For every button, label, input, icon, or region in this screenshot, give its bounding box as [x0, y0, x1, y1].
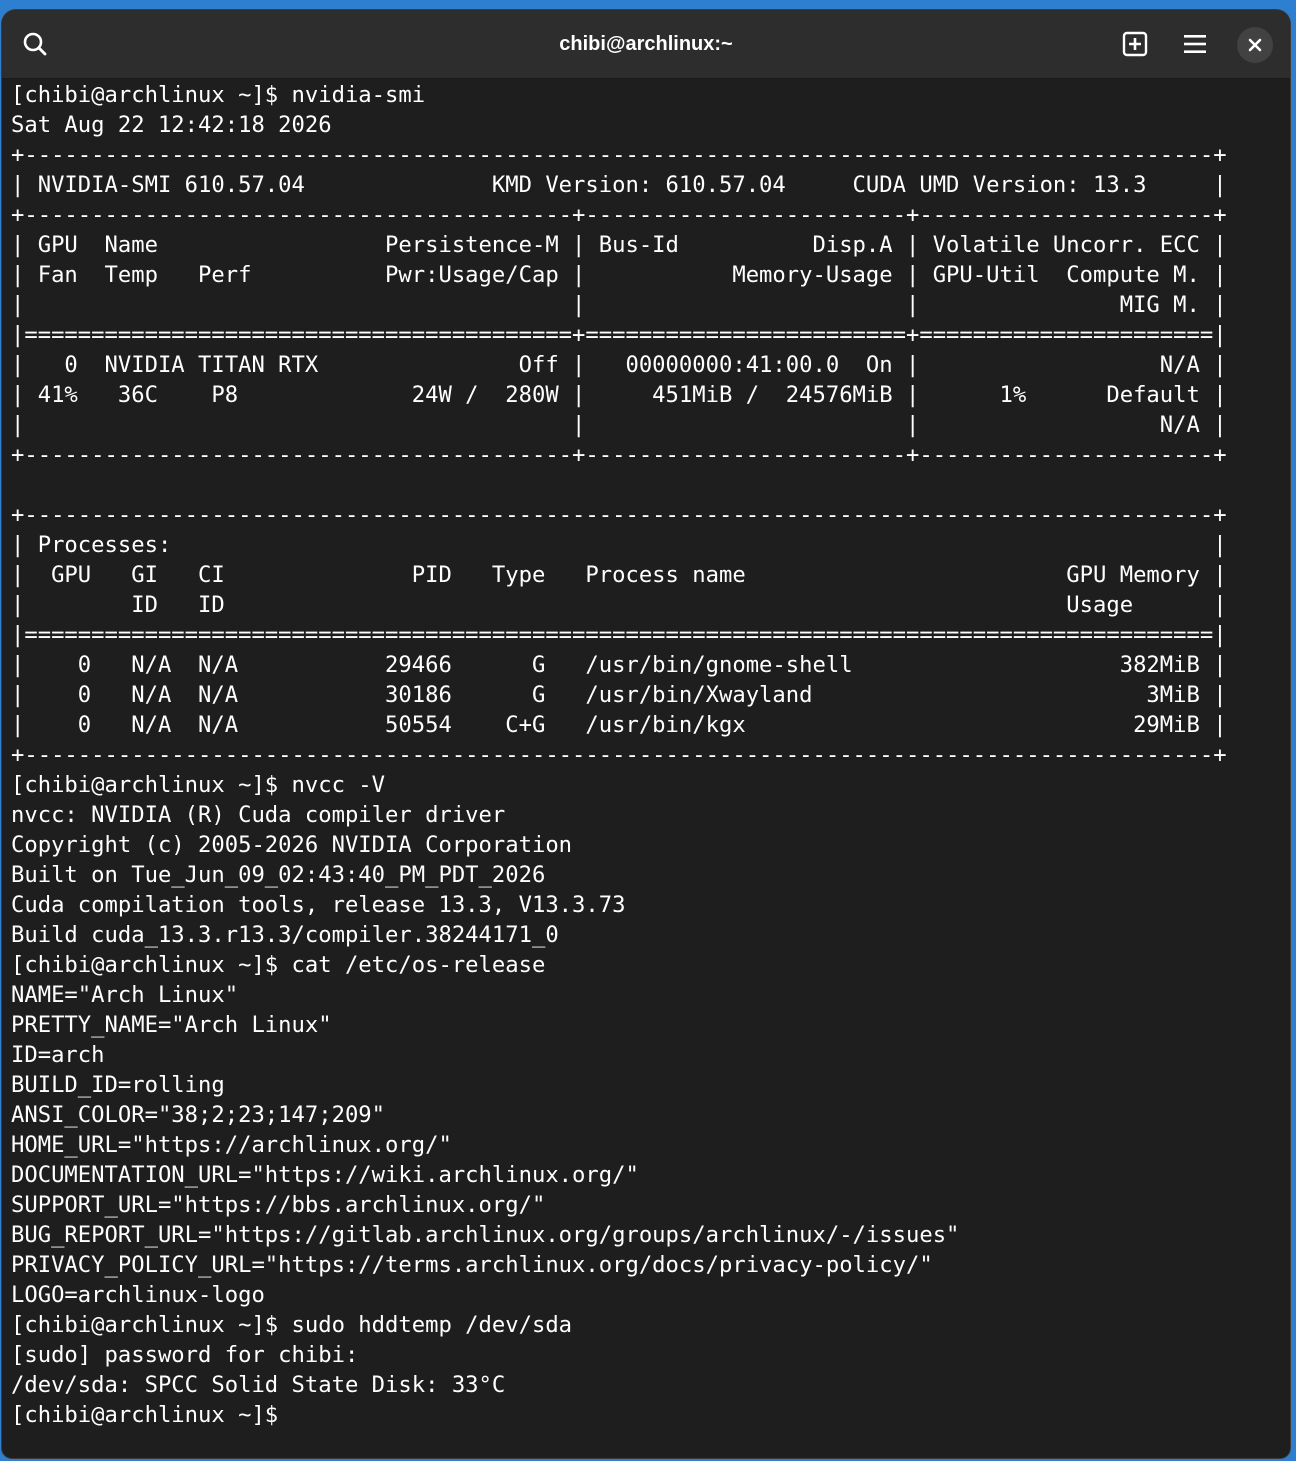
terminal-line: +---------------------------------------… [11, 202, 1227, 228]
terminal-line: | 0 NVIDIA TITAN RTX Off | 00000000:41:0… [11, 352, 1227, 378]
terminal-line: [sudo] password for chibi: [11, 1342, 359, 1368]
new-tab-icon [1122, 31, 1148, 57]
terminal-line: HOME_URL="https://archlinux.org/" [11, 1132, 452, 1158]
terminal-line: [chibi@archlinux ~]$ cat /etc/os-release [11, 952, 546, 978]
hamburger-menu-icon [1184, 35, 1206, 53]
terminal-line: | 0 N/A N/A 29466 G /usr/bin/gnome-shell… [11, 652, 1227, 678]
terminal-line: SUPPORT_URL="https://bbs.archlinux.org/" [11, 1192, 546, 1218]
terminal-line: [chibi@archlinux ~]$ nvidia-smi [11, 82, 426, 108]
terminal-line: | Fan Temp Perf Pwr:Usage/Cap | Memory-U… [11, 262, 1227, 288]
terminal-line: | 41% 36C P8 24W / 280W | 451MiB / 24576… [11, 382, 1227, 408]
terminal-line: Cuda compilation tools, release 13.3, V1… [11, 892, 626, 918]
terminal-line: DOCUMENTATION_URL="https://wiki.archlinu… [11, 1162, 639, 1188]
terminal-line: NAME="Arch Linux" [11, 982, 239, 1008]
terminal-line: +---------------------------------------… [11, 502, 1227, 528]
terminal-window: chibi@archlinux:~ [chibi@archlinux ~]$ n… [2, 10, 1290, 1458]
close-icon [1248, 38, 1262, 52]
terminal-line: BUG_REPORT_URL="https://gitlab.archlinux… [11, 1222, 960, 1248]
terminal-line: | Processes: | [11, 532, 1227, 558]
terminal-line: nvcc: NVIDIA (R) Cuda compiler driver [11, 802, 506, 828]
terminal-line: ID=arch [11, 1042, 105, 1068]
terminal-line: | ID ID Usage | [11, 592, 1227, 618]
terminal-line: Build cuda_13.3.r13.3/compiler.38244171_… [11, 922, 559, 948]
terminal-line: Built on Tue_Jun_09_02:43:40_PM_PDT_2026 [11, 862, 546, 888]
terminal-line: +---------------------------------------… [11, 142, 1227, 168]
terminal-line: +---------------------------------------… [11, 742, 1227, 768]
main-menu-button[interactable] [1175, 24, 1215, 64]
window-title: chibi@archlinux:~ [559, 33, 733, 55]
terminal-line: | 0 N/A N/A 50554 C+G /usr/bin/kgx 29MiB… [11, 712, 1227, 738]
terminal-line: | | | MIG M. | [11, 292, 1227, 318]
terminal-line: | GPU GI CI PID Type Process name GPU Me… [11, 562, 1227, 588]
terminal-line: +---------------------------------------… [11, 442, 1227, 468]
terminal-output[interactable]: [chibi@archlinux ~]$ nvidia-smi Sat Aug 2… [11, 80, 1290, 1458]
header-bar: chibi@archlinux:~ [2, 10, 1290, 79]
terminal-line: BUILD_ID=rolling [11, 1072, 225, 1098]
terminal-line: PRIVACY_POLICY_URL="https://terms.archli… [11, 1252, 933, 1278]
terminal-line: [chibi@archlinux ~]$ [11, 1402, 279, 1428]
close-button[interactable] [1237, 27, 1273, 63]
terminal-line: /dev/sda: SPCC Solid State Disk: 33°C [11, 1372, 506, 1398]
terminal-line: |=======================================… [11, 622, 1227, 648]
terminal-line: | NVIDIA-SMI 610.57.04 KMD Version: 610.… [11, 172, 1227, 198]
terminal-line: |=======================================… [11, 322, 1227, 348]
terminal-line: ANSI_COLOR="38;2;23;147;209" [11, 1102, 386, 1128]
terminal-line: | 0 N/A N/A 30186 G /usr/bin/Xwayland 3M… [11, 682, 1227, 708]
terminal-line: Copyright (c) 2005-2026 NVIDIA Corporati… [11, 832, 573, 858]
terminal-line: Sat Aug 22 12:42:18 2026 [11, 112, 332, 138]
terminal-line: | GPU Name Persistence-M | Bus-Id Disp.A… [11, 232, 1227, 258]
terminal-line: [chibi@archlinux ~]$ nvcc -V [11, 772, 386, 798]
terminal-line: LOGO=archlinux-logo [11, 1282, 265, 1308]
terminal-line: [chibi@archlinux ~]$ sudo hddtemp /dev/s… [11, 1312, 573, 1338]
new-tab-button[interactable] [1115, 24, 1155, 64]
terminal-line: PRETTY_NAME="Arch Linux" [11, 1012, 332, 1038]
terminal-line: | | | N/A | [11, 412, 1227, 438]
